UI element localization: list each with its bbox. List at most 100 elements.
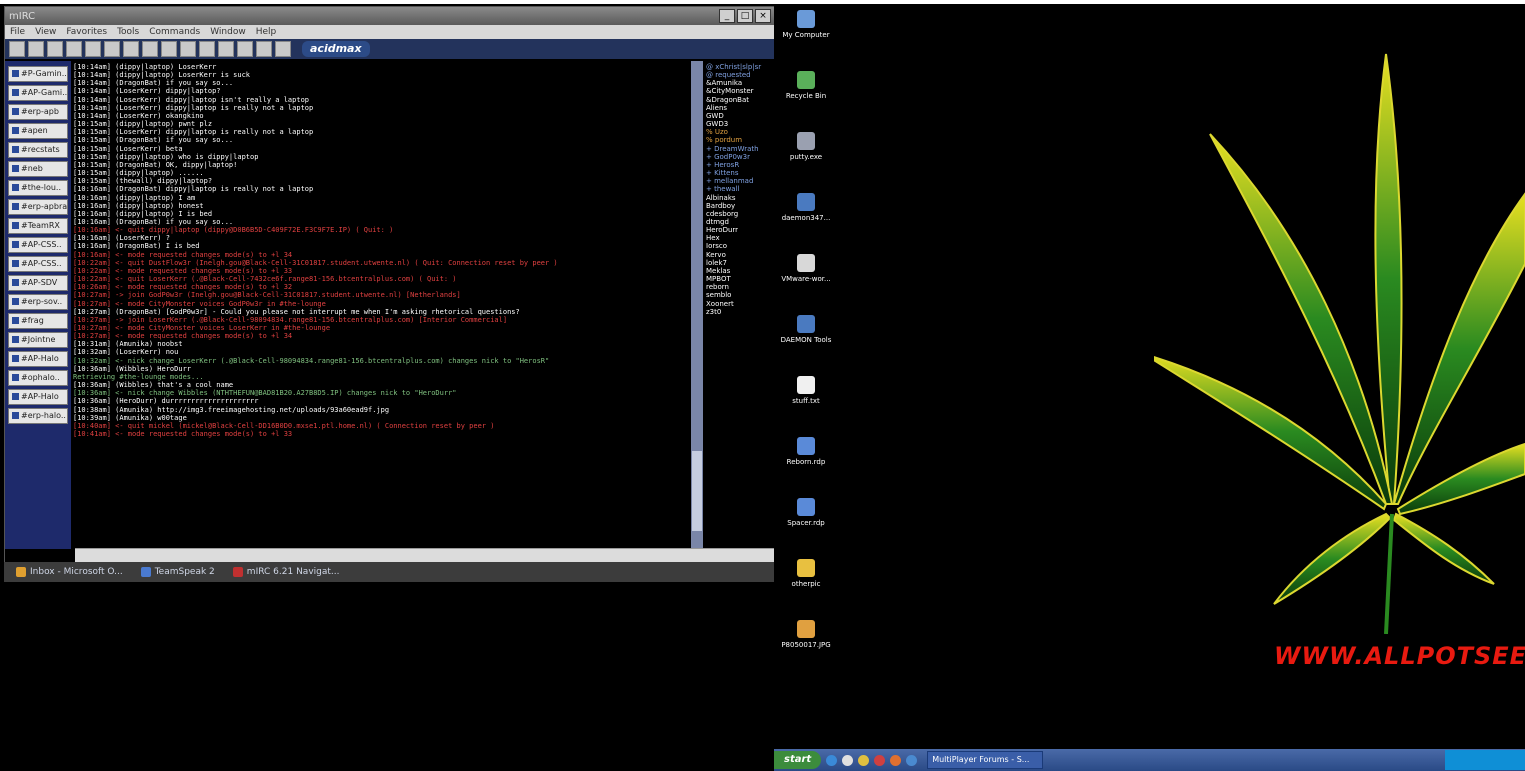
nick-list-item[interactable]: &DragonBat: [706, 96, 772, 104]
cascade-icon[interactable]: [237, 41, 253, 57]
firefox-icon[interactable]: [890, 754, 902, 766]
nick-list-item[interactable]: MPBOT: [706, 275, 772, 283]
switchbar-channel-button[interactable]: #Jointne: [8, 332, 68, 348]
menu-item[interactable]: Help: [256, 27, 277, 37]
arrange-icon[interactable]: [256, 41, 272, 57]
desktop-icon[interactable]: P8050017.JPG: [776, 620, 836, 650]
start-button[interactable]: start: [774, 751, 822, 769]
switchbar-channel-button[interactable]: #AP-Halo: [8, 351, 68, 367]
menu-item[interactable]: Favorites: [66, 27, 107, 37]
nick-list-item[interactable]: Albinaks: [706, 194, 772, 202]
nick-list-item[interactable]: z3t0: [706, 308, 772, 316]
nick-list-item[interactable]: HeroDurr: [706, 226, 772, 234]
nick-list-item[interactable]: Kervo: [706, 251, 772, 259]
dcc-send-icon[interactable]: [123, 41, 139, 57]
title-bar[interactable]: mIRC _ □ ×: [5, 7, 775, 25]
nick-list-item[interactable]: Meklas: [706, 267, 772, 275]
desktop-icon[interactable]: Spacer.rdp: [776, 498, 836, 528]
desktop-icon[interactable]: DAEMON Tools: [776, 315, 836, 345]
menu-item[interactable]: File: [10, 27, 25, 37]
nick-list-item[interactable]: cdesborg: [706, 210, 772, 218]
nick-list-item[interactable]: % pordum: [706, 136, 772, 144]
dcc-chat-icon[interactable]: [142, 41, 158, 57]
taskbar-button[interactable]: TeamSpeak 2: [135, 564, 221, 580]
connect-icon[interactable]: [9, 41, 25, 57]
nick-list-item[interactable]: + HerosR: [706, 161, 772, 169]
taskbar-window-button[interactable]: MultiPlayer Forums - S...: [927, 751, 1044, 769]
desktop-icon[interactable]: Recycle Bin: [776, 71, 836, 101]
ie-icon[interactable]: [826, 754, 838, 766]
switchbar-channel-button[interactable]: #apen: [8, 123, 68, 139]
folder-icon[interactable]: [47, 41, 63, 57]
nick-list-item[interactable]: @ requested: [706, 71, 772, 79]
desktop-icon[interactable]: Reborn.rdp: [776, 437, 836, 467]
nick-list-item[interactable]: reborn: [706, 283, 772, 291]
desktop-icon[interactable]: My Computer: [776, 10, 836, 40]
taskbar-button[interactable]: mIRC 6.21 Navigat...: [227, 564, 346, 580]
switchbar-channel-button[interactable]: #erp-sov..: [8, 294, 68, 310]
nick-list-item[interactable]: GWD3: [706, 120, 772, 128]
nick-list-item[interactable]: + thewall: [706, 185, 772, 193]
menu-item[interactable]: Tools: [117, 27, 139, 37]
nick-list-item[interactable]: % Uzo: [706, 128, 772, 136]
desktop-icon[interactable]: otherpic: [776, 559, 836, 589]
menu-item[interactable]: Window: [210, 27, 246, 37]
notify-icon[interactable]: [161, 41, 177, 57]
nick-list-item[interactable]: semblo: [706, 291, 772, 299]
menu-item[interactable]: View: [35, 27, 56, 37]
switchbar-channel-button[interactable]: #AP-Halo: [8, 389, 68, 405]
media-icon[interactable]: [874, 754, 886, 766]
switchbar-channel-button[interactable]: #recstats: [8, 142, 68, 158]
desktop-icon[interactable]: daemon347...: [776, 193, 836, 223]
nick-list-item[interactable]: Bardboy: [706, 202, 772, 210]
channel-list-icon[interactable]: [85, 41, 101, 57]
close-button[interactable]: ×: [755, 9, 771, 23]
switchbar-channel-button[interactable]: #P-Gamin..: [8, 66, 68, 82]
nick-list-item[interactable]: Iorsco: [706, 242, 772, 250]
nick-list-item[interactable]: @ xChrist|slp|sr: [706, 63, 772, 71]
message-input[interactable]: [75, 548, 775, 563]
nick-list-item[interactable]: + mellanmad: [706, 177, 772, 185]
taskbar-button[interactable]: Inbox - Microsoft O...: [10, 564, 129, 580]
menu-item[interactable]: Commands: [149, 27, 200, 37]
nick-list-item[interactable]: Aliens: [706, 104, 772, 112]
urls-icon[interactable]: [180, 41, 196, 57]
help-icon[interactable]: [275, 41, 291, 57]
tile-icon[interactable]: [218, 41, 234, 57]
switchbar-channel-button[interactable]: #ophalo..: [8, 370, 68, 386]
minimize-button[interactable]: _: [719, 9, 735, 23]
switchbar-channel-button[interactable]: #AP-SDV: [8, 275, 68, 291]
nick-list-item[interactable]: lolek7: [706, 259, 772, 267]
nick-list-item[interactable]: Hex: [706, 234, 772, 242]
nick-list-item[interactable]: dtmgd: [706, 218, 772, 226]
scripts-icon[interactable]: [104, 41, 120, 57]
log-icon[interactable]: [199, 41, 215, 57]
folder-icon[interactable]: [858, 754, 870, 766]
address-book-icon[interactable]: [66, 41, 82, 57]
nick-list-item[interactable]: + DreamWrath: [706, 145, 772, 153]
nick-list-item[interactable]: + Kittens: [706, 169, 772, 177]
options-icon[interactable]: [28, 41, 44, 57]
desktop-icon[interactable]: VMware-wor...: [776, 254, 836, 284]
nick-list-item[interactable]: &CityMonster: [706, 87, 772, 95]
switchbar-channel-button[interactable]: #AP-Gami..: [8, 85, 68, 101]
switchbar-channel-button[interactable]: #TeamRX: [8, 218, 68, 234]
switchbar-channel-button[interactable]: #erp-halo..: [8, 408, 68, 424]
desktop-icon[interactable]: [842, 754, 854, 766]
desktop-icon[interactable]: stuff.txt: [776, 376, 836, 406]
switchbar-channel-button[interactable]: #AP-CSS..: [8, 256, 68, 272]
scrollbar-thumb[interactable]: [692, 451, 702, 531]
switchbar-channel-button[interactable]: #the-lou..: [8, 180, 68, 196]
nick-list-item[interactable]: + GodP0w3r: [706, 153, 772, 161]
switchbar-channel-button[interactable]: #erp-apbra..: [8, 199, 68, 215]
switchbar-channel-button[interactable]: #erp-apb: [8, 104, 68, 120]
switchbar-channel-button[interactable]: #AP-CSS..: [8, 237, 68, 253]
chat-scrollbar[interactable]: [691, 61, 703, 549]
desktop-icon[interactable]: putty.exe: [776, 132, 836, 162]
teamspeak-icon[interactable]: [906, 754, 918, 766]
nick-list-item[interactable]: Xoonert: [706, 300, 772, 308]
nick-list-item[interactable]: GWD: [706, 112, 772, 120]
switchbar-channel-button[interactable]: #neb: [8, 161, 68, 177]
maximize-button[interactable]: □: [737, 9, 753, 23]
switchbar-channel-button[interactable]: #frag: [8, 313, 68, 329]
